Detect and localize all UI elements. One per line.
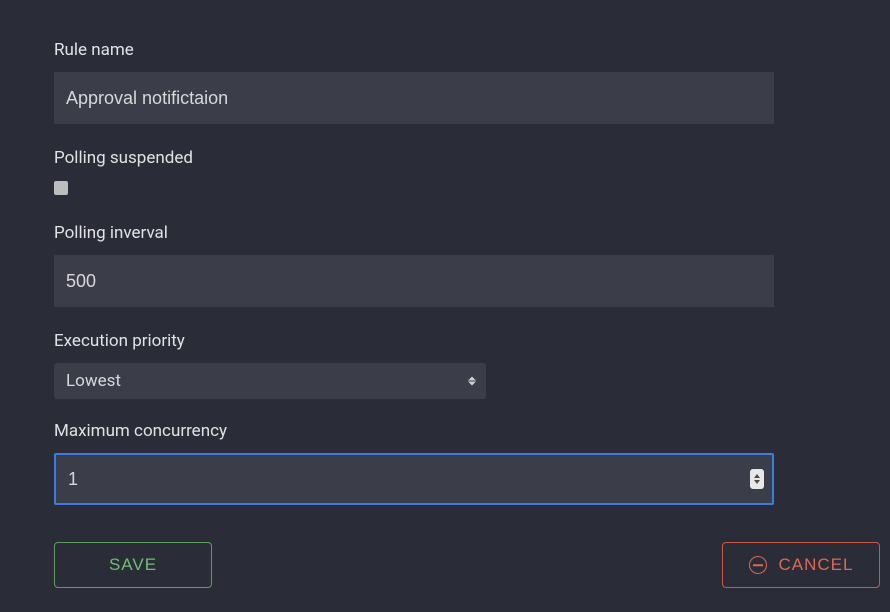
execution-priority-wrap: Lowest: [54, 363, 486, 399]
polling-suspended-checkbox[interactable]: [54, 181, 68, 195]
settings-form: Rule name Polling suspended Polling inve…: [0, 0, 890, 525]
save-button[interactable]: SAVE: [54, 542, 212, 588]
execution-priority-select[interactable]: Lowest: [54, 363, 486, 399]
rule-name-input[interactable]: [54, 72, 774, 124]
polling-suspended-wrap: [54, 180, 836, 199]
max-concurrency-wrap: [54, 453, 774, 505]
max-concurrency-label: Maximum concurrency: [54, 421, 836, 441]
polling-interval-label: Polling inverval: [54, 223, 836, 243]
polling-interval-input[interactable]: [54, 255, 774, 307]
execution-priority-label: Execution priority: [54, 331, 836, 351]
polling-suspended-label: Polling suspended: [54, 148, 836, 168]
action-bar: SAVE CANCEL: [54, 542, 880, 588]
minus-circle-icon: [749, 556, 767, 574]
cancel-button-label: CANCEL: [779, 555, 854, 575]
stepper-icon[interactable]: [750, 469, 764, 489]
cancel-button[interactable]: CANCEL: [722, 542, 880, 588]
save-button-label: SAVE: [109, 555, 157, 575]
rule-name-label: Rule name: [54, 40, 836, 60]
execution-priority-value: Lowest: [66, 371, 121, 391]
max-concurrency-input[interactable]: [54, 453, 774, 505]
